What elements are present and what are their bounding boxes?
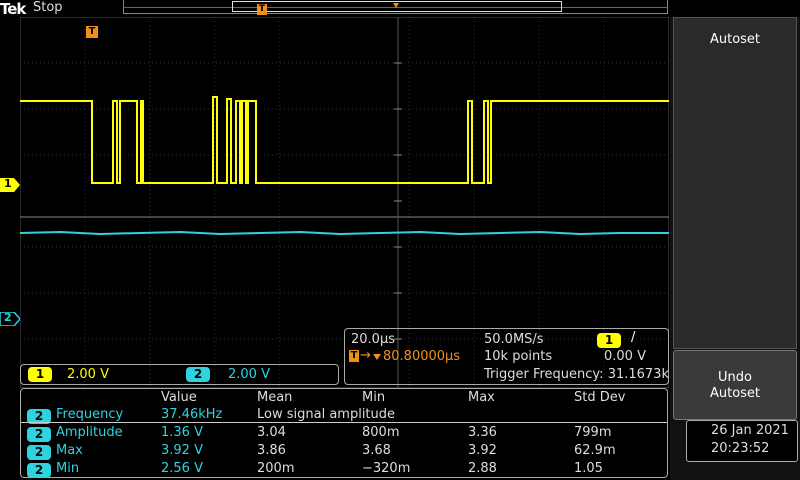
expansion-point-icon-small [373,354,381,360]
meas-name: Frequency [56,407,124,422]
record-trigger-icon: T [257,4,267,15]
measurement-table[interactable]: Value Mean Min Max Std Dev 2 Frequency 3… [20,388,668,478]
trigger-level: 0.00 V [604,349,646,364]
horizontal-scale: 20.0µs [351,332,395,347]
ch1-scale: 2.00 V [67,367,109,382]
ch2-badge[interactable]: 2 [186,367,210,382]
record-center-icon [393,3,399,8]
row-channel-badge: 2 [27,427,51,442]
meas-min: 3.68 [362,443,391,458]
header-std-dev: Std Dev [574,390,626,405]
brand-logo: Tek [0,0,26,18]
meas-max: 3.92 [468,443,497,458]
undo-autoset-button[interactable]: Undo Autoset [673,350,797,420]
horizontal-position: 80.80000µs [383,349,461,364]
side-menu: Autoset Undo Autoset [670,17,800,480]
undo-label-line2: Autoset [709,386,761,401]
sample-rate: 50.0MS/s [484,332,544,347]
header-max: Max [468,390,495,405]
row-divider [21,422,667,423]
row-channel-badge: 2 [27,445,51,460]
meas-min: −320m [362,461,411,476]
undo-label-line1: Undo [718,370,752,385]
time: 20:23:52 [711,441,770,456]
meas-mean: Low signal amplitude [257,407,396,422]
row-channel-badge: 2 [27,463,51,478]
horizontal-trigger-readout[interactable]: 20.0µs 50.0MS/s 1 / T → 80.80000µs 10k p… [344,328,686,385]
trigger-source-badge: 1 [597,333,621,348]
meas-mean: 3.86 [257,443,286,458]
trigger-slope-icon: / [631,330,636,345]
trigger-position-icon[interactable]: T [86,26,98,38]
record-length: 10k points [484,349,553,364]
acquisition-status: Stop [33,0,63,15]
datetime-display[interactable]: 26 Jan 2021 20:23:52 [686,420,798,462]
meas-std: 1.05 [574,461,603,476]
trigger-position-icon-small: T [349,350,359,362]
ch2-marker-label: 2 [4,311,12,324]
meas-name: Max [56,443,83,458]
ch2-ground-marker[interactable]: 2 [0,311,21,327]
meas-min: 800m [362,425,400,440]
ch1-marker-label: 1 [4,177,12,190]
header-mean: Mean [257,390,293,405]
ch2-scale: 2.00 V [228,367,270,382]
date: 26 Jan 2021 [711,423,789,438]
meas-mean: 200m [257,461,295,476]
meas-mean: 3.04 [257,425,286,440]
meas-max: 3.36 [468,425,497,440]
meas-value: 1.36 V [161,425,203,440]
header-value: Value [161,390,197,405]
autoset-button[interactable]: Autoset [673,17,797,349]
ch1-badge[interactable]: 1 [28,367,52,382]
meas-max: 2.88 [468,461,497,476]
meas-name: Amplitude [56,425,123,440]
trigger-frequency: Trigger Frequency: 31.1673kHz [484,367,686,382]
ch1-ground-marker[interactable]: 1 [0,177,20,192]
vertical-scale-readout[interactable]: 1 2.00 V 2 2.00 V [20,364,339,385]
meas-value: 37.46kHz [161,407,223,422]
meas-std: 62.9m [574,443,616,458]
meas-value: 3.92 V [161,443,203,458]
header-min: Min [362,390,386,405]
meas-name: Min [56,461,80,476]
arrow-icon: → [360,348,371,363]
meas-std: 799m [574,425,612,440]
meas-value: 2.56 V [161,461,203,476]
